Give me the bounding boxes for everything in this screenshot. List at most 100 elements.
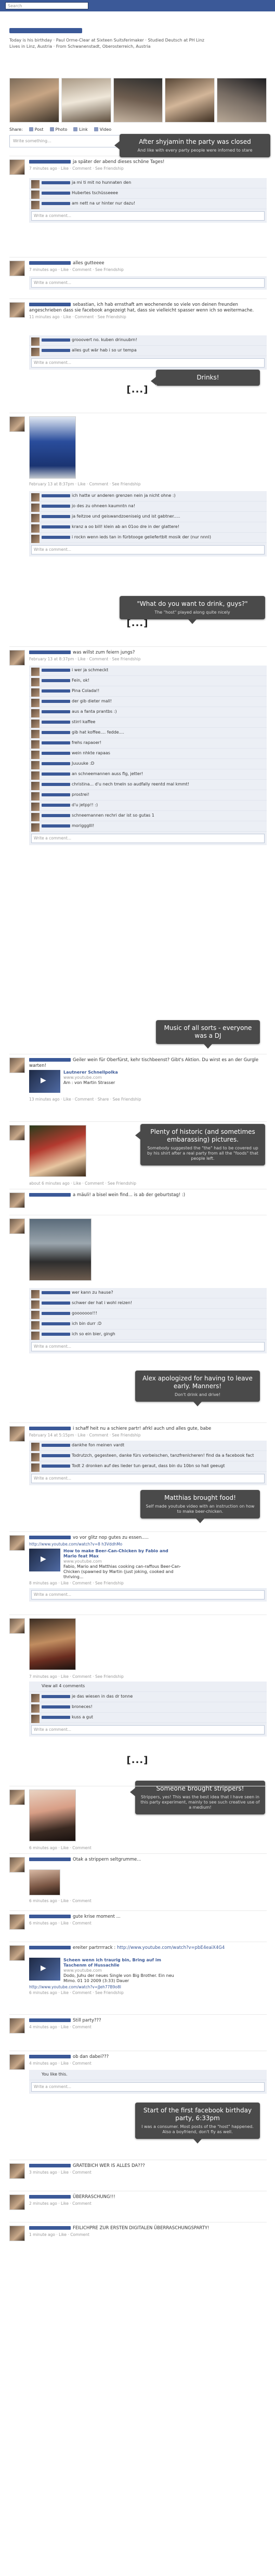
- commenter-name[interactable]: [42, 762, 70, 765]
- video-attachment[interactable]: Lautnerer Schnellpolka www.youtube.com A…: [29, 1070, 185, 1093]
- comment-input[interactable]: Write a comment...: [31, 211, 265, 221]
- avatar[interactable]: [9, 1057, 25, 1073]
- commenter-name[interactable]: [42, 338, 70, 342]
- avatar[interactable]: [9, 1535, 25, 1551]
- avatar[interactable]: [31, 1463, 40, 1472]
- poster-name[interactable]: [29, 1858, 71, 1861]
- view-all-comments[interactable]: View all 4 comments: [29, 1682, 267, 1692]
- profile-photo[interactable]: [113, 78, 163, 123]
- avatar[interactable]: [31, 524, 40, 533]
- avatar[interactable]: [31, 1311, 40, 1319]
- avatar[interactable]: [9, 1218, 25, 1234]
- commenter-name[interactable]: [42, 494, 70, 497]
- avatar[interactable]: [31, 504, 40, 512]
- share-video-button[interactable]: Video: [94, 126, 111, 133]
- avatar[interactable]: [9, 1426, 25, 1442]
- avatar[interactable]: [9, 2163, 25, 2179]
- avatar[interactable]: [31, 792, 40, 801]
- profile-photo[interactable]: [217, 78, 267, 123]
- commenter-name[interactable]: [42, 1332, 70, 1336]
- avatar[interactable]: [31, 337, 40, 346]
- comment-input[interactable]: Write a comment...: [31, 545, 265, 554]
- avatar[interactable]: [31, 1453, 40, 1461]
- comment-input[interactable]: Write a comment...: [31, 2082, 265, 2092]
- comment-input[interactable]: Write a comment...: [31, 358, 265, 368]
- commenter-name[interactable]: [42, 730, 70, 734]
- avatar[interactable]: [31, 514, 40, 522]
- commenter-name[interactable]: [42, 793, 70, 796]
- link[interactable]: http://www.youtube.com/watch?v=pbE4eaiX4…: [117, 1945, 225, 1950]
- avatar[interactable]: [31, 740, 40, 749]
- avatar[interactable]: [31, 180, 40, 188]
- poster-name[interactable]: [29, 2195, 71, 2199]
- profile-photo[interactable]: [9, 78, 59, 123]
- commenter-name[interactable]: [42, 1454, 70, 1457]
- commenter-name[interactable]: [42, 814, 70, 817]
- commenter-name[interactable]: [42, 1291, 70, 1294]
- avatar[interactable]: [31, 699, 40, 707]
- commenter-name[interactable]: [42, 824, 70, 828]
- avatar[interactable]: [9, 1945, 25, 1961]
- poster-name[interactable]: [29, 1058, 71, 1062]
- poster-name[interactable]: [29, 2018, 71, 2022]
- avatar[interactable]: [9, 416, 25, 432]
- avatar[interactable]: [31, 1704, 40, 1713]
- commenter-name[interactable]: [42, 668, 70, 672]
- poster-name[interactable]: [29, 160, 71, 164]
- video-attachment[interactable]: How to make Beer-Can-Chicken by Fabio an…: [29, 1549, 185, 1579]
- commenter-name[interactable]: [42, 504, 70, 508]
- avatar[interactable]: [9, 1857, 25, 1873]
- avatar[interactable]: [31, 201, 40, 209]
- poster-name[interactable]: [29, 2164, 71, 2167]
- commenter-name[interactable]: [42, 689, 70, 693]
- commenter-name[interactable]: [42, 772, 70, 776]
- avatar[interactable]: [31, 1694, 40, 1702]
- drink-cans-photo[interactable]: [29, 416, 76, 479]
- commenter-name[interactable]: [42, 514, 70, 518]
- avatar[interactable]: [9, 650, 25, 666]
- share-post-button[interactable]: Post: [29, 126, 44, 133]
- video-thumbnail[interactable]: [29, 1549, 60, 1571]
- comment-input[interactable]: Write a comment...: [31, 1342, 265, 1351]
- avatar[interactable]: [9, 2226, 25, 2241]
- avatar[interactable]: [31, 688, 40, 697]
- commenter-name[interactable]: [42, 181, 70, 184]
- commenter-name[interactable]: [42, 1705, 70, 1709]
- avatar[interactable]: [9, 1618, 25, 1634]
- video-title[interactable]: Lautnerer Schnellpolka: [63, 1070, 183, 1075]
- commenter-name[interactable]: [42, 720, 70, 724]
- avatar[interactable]: [31, 1290, 40, 1298]
- commenter-name[interactable]: [42, 201, 70, 205]
- poster-name[interactable]: [29, 650, 71, 654]
- commenter-name[interactable]: [42, 710, 70, 713]
- commenter-name[interactable]: [42, 348, 70, 352]
- avatar[interactable]: [31, 1443, 40, 1451]
- avatar[interactable]: [31, 1300, 40, 1309]
- commenter-name[interactable]: [42, 1301, 70, 1305]
- avatar[interactable]: [9, 1789, 25, 1805]
- avatar[interactable]: [9, 2054, 25, 2070]
- profile-photo[interactable]: [61, 78, 111, 123]
- commenter-name[interactable]: [42, 1464, 70, 1468]
- commenter-name[interactable]: [42, 1694, 70, 1698]
- avatar[interactable]: [9, 1192, 25, 1208]
- commenter-name[interactable]: [42, 1311, 70, 1315]
- video-attachment[interactable]: Scheen wenn ich traurig bin, Bring auf i…: [29, 1958, 185, 1983]
- poster-name[interactable]: [29, 1915, 71, 1918]
- commenter-name[interactable]: [42, 1715, 70, 1719]
- link[interactable]: http://www.youtube.com/watch?v=8 h3VddhM…: [29, 1542, 267, 1547]
- poster-name[interactable]: [29, 2226, 71, 2230]
- avatar[interactable]: [31, 1715, 40, 1723]
- avatar[interactable]: [9, 1914, 25, 1930]
- video-thumbnail[interactable]: [29, 1070, 60, 1093]
- avatar[interactable]: [9, 2194, 25, 2210]
- comment-input[interactable]: Write a comment...: [31, 1474, 265, 1483]
- avatar[interactable]: [31, 709, 40, 717]
- avatar[interactable]: [31, 191, 40, 199]
- poster-name[interactable]: [29, 1536, 71, 1539]
- avatar[interactable]: [9, 261, 25, 276]
- commenter-name[interactable]: [42, 525, 70, 528]
- avatar[interactable]: [31, 348, 40, 356]
- commenter-name[interactable]: [42, 782, 70, 786]
- video-thumbnail[interactable]: [29, 1958, 60, 1981]
